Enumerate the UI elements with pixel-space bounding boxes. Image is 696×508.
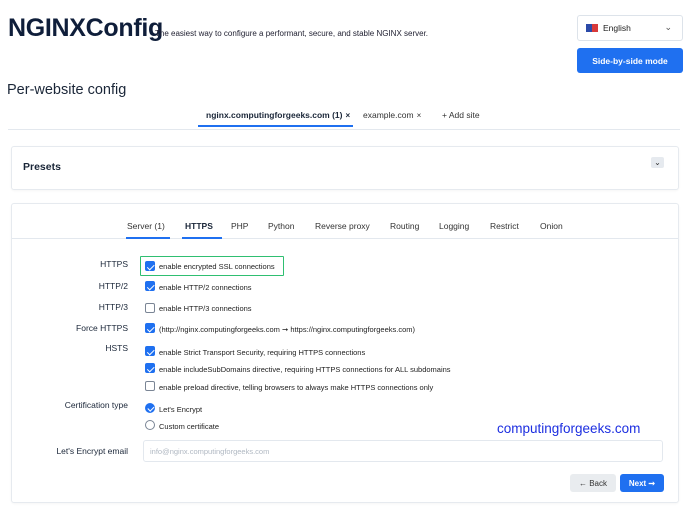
hsts-option-text: enable Strict Transport Security, requir… xyxy=(159,348,366,357)
watermark-text: computingforgeeks.com xyxy=(497,421,641,436)
http3-label: HTTP/3 xyxy=(98,302,128,312)
flag-icon xyxy=(586,24,598,32)
preload-checkbox[interactable] xyxy=(145,381,155,391)
https-checkbox[interactable] xyxy=(145,261,155,271)
side-by-side-mode-button[interactable]: Side-by-side mode xyxy=(577,48,683,73)
tab-restrict[interactable]: Restrict xyxy=(490,221,519,231)
tab-https[interactable]: HTTPS xyxy=(185,221,213,231)
language-select-value: English xyxy=(603,23,631,33)
back-button[interactable]: ← Back xyxy=(570,474,616,492)
hsts-label: HSTS xyxy=(105,343,128,353)
close-icon[interactable]: × xyxy=(417,111,422,120)
custom-certificate-option-text: Custom certificate xyxy=(159,422,220,431)
site-tab-label: example.com xyxy=(363,110,414,120)
tab-php[interactable]: PHP xyxy=(231,221,248,231)
tagline: The easiest way to configure a performan… xyxy=(155,29,429,38)
http3-checkbox[interactable] xyxy=(145,303,155,313)
http2-checkbox[interactable] xyxy=(145,281,155,291)
chevron-down-icon: ⌄ xyxy=(664,22,672,32)
lets-encrypt-radio[interactable] xyxy=(145,403,155,413)
cert-type-label: Certification type xyxy=(64,400,128,410)
http2-option-text: enable HTTP/2 connections xyxy=(159,283,252,292)
https-label: HTTPS xyxy=(100,259,128,269)
site-tab-example[interactable]: example.com × xyxy=(363,110,421,120)
next-button[interactable]: Next ➞ xyxy=(620,474,664,492)
email-label: Let's Encrypt email xyxy=(56,446,128,456)
http2-label: HTTP/2 xyxy=(98,281,128,291)
presets-panel[interactable]: Presets ⌄ xyxy=(11,146,679,190)
force-https-label: Force HTTPS xyxy=(76,323,128,333)
site-tab-label: nginx.computingforgeeks.com (1) xyxy=(206,110,343,120)
tab-logging[interactable]: Logging xyxy=(439,221,469,231)
https-option-text: enable encrypted SSL connections xyxy=(159,262,275,271)
tab-routing[interactable]: Routing xyxy=(390,221,419,231)
site-tab-nginx[interactable]: nginx.computingforgeeks.com (1) × xyxy=(206,110,350,120)
hsts-checkbox[interactable] xyxy=(145,346,155,356)
active-site-indicator xyxy=(198,125,353,127)
chevron-down-icon[interactable]: ⌄ xyxy=(651,157,664,168)
tab-reverse-proxy[interactable]: Reverse proxy xyxy=(315,221,370,231)
add-site-tab[interactable]: + Add site xyxy=(442,110,480,120)
include-subdomains-checkbox[interactable] xyxy=(145,363,155,373)
presets-label: Presets xyxy=(23,161,61,173)
preload-option-text: enable preload directive, telling browse… xyxy=(159,383,434,392)
tab-onion[interactable]: Onion xyxy=(540,221,563,231)
tab-server[interactable]: Server (1) xyxy=(127,221,165,231)
close-icon[interactable]: × xyxy=(346,111,351,120)
force-https-checkbox[interactable] xyxy=(145,323,155,333)
language-select[interactable]: English ⌄ xyxy=(577,15,683,41)
tab-server-indicator xyxy=(126,237,170,239)
http3-option-text: enable HTTP/3 connections xyxy=(159,304,252,313)
app-logo: NGINXConfig xyxy=(8,14,164,42)
lets-encrypt-option-text: Let's Encrypt xyxy=(159,405,203,414)
lets-encrypt-email-input[interactable]: info@nginx.computingforgeeks.com xyxy=(143,440,663,462)
include-subdomains-option-text: enable includeSubDomains directive, requ… xyxy=(159,365,451,374)
force-https-option-text: (http://nginx.computingforgeeks.com ➞ ht… xyxy=(159,325,415,334)
page-title: Per-website config xyxy=(7,82,127,98)
config-tabs: Server (1) HTTPS PHP Python Reverse prox… xyxy=(12,214,678,239)
tab-python[interactable]: Python xyxy=(268,221,294,231)
custom-certificate-radio[interactable] xyxy=(145,420,155,430)
tab-https-indicator xyxy=(182,237,222,239)
